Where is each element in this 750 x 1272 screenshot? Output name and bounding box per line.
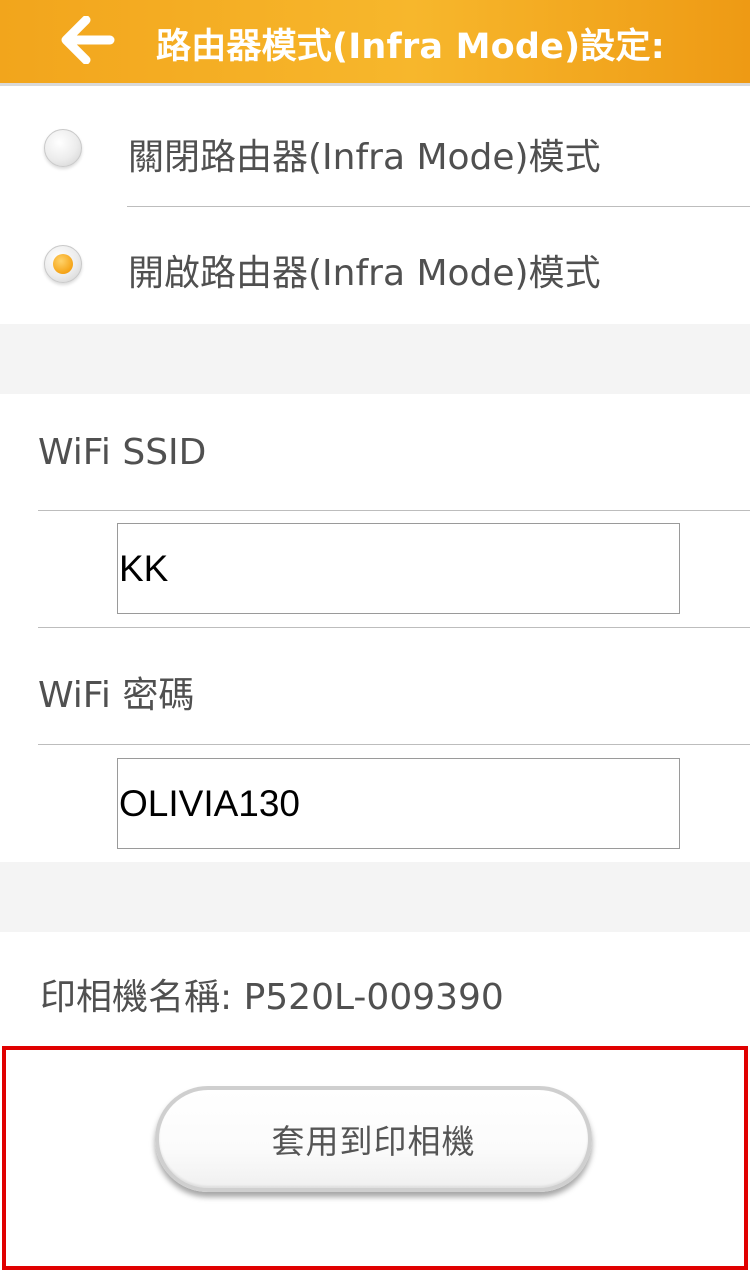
- radio-label-infra-on: 開啟路由器(Infra Mode)模式: [128, 253, 601, 294]
- radio-button-unselected[interactable]: [44, 129, 82, 167]
- radio-button-selected[interactable]: [44, 245, 82, 283]
- ssid-bottom-divider: [38, 627, 750, 628]
- printer-name: 印相機名稱: P520L-009390: [40, 977, 504, 1018]
- radio-option-infra-off[interactable]: 關閉路由器(Infra Mode)模式: [0, 90, 750, 206]
- password-label: WiFi 密碼: [38, 675, 195, 716]
- apply-to-printer-button[interactable]: 套用到印相機: [155, 1086, 592, 1192]
- ssid-input[interactable]: [117, 523, 680, 614]
- back-button[interactable]: [60, 16, 116, 64]
- radio-option-infra-on[interactable]: 開啟路由器(Infra Mode)模式: [0, 207, 750, 323]
- radio-label-infra-off: 關閉路由器(Infra Mode)模式: [128, 137, 601, 178]
- ssid-label: WiFi SSID: [38, 432, 207, 473]
- section-gap: [0, 862, 750, 932]
- page-title: 路由器模式(Infra Mode)設定:: [156, 27, 665, 67]
- password-input[interactable]: [117, 758, 680, 849]
- arrow-left-icon: [61, 16, 115, 64]
- section-gap: [0, 324, 750, 394]
- apply-button-label: 套用到印相機: [271, 1122, 476, 1161]
- radio-selected-dot: [53, 254, 73, 274]
- ssid-divider: [38, 510, 750, 511]
- app-header: 路由器模式(Infra Mode)設定:: [0, 0, 750, 86]
- password-divider: [38, 744, 750, 745]
